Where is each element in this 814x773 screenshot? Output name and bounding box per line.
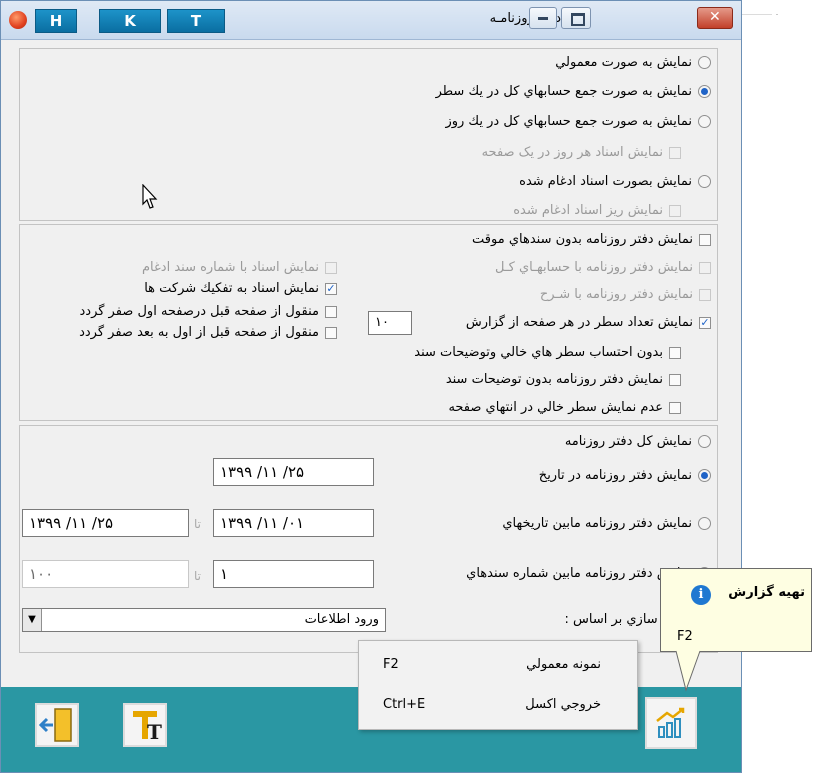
- menu-item-excel-label: خروجي اكسل: [525, 697, 601, 712]
- display-option-normal[interactable]: نمايش به صورت معمولي: [555, 55, 711, 70]
- radio-normal[interactable]: [698, 56, 711, 69]
- mouse-cursor-icon: [142, 184, 158, 209]
- radio-sum-per-line[interactable]: [698, 85, 711, 98]
- sort-select[interactable]: ورود اطلاعات ▼: [22, 608, 386, 632]
- toolbar-button-h[interactable]: H: [35, 9, 77, 33]
- option-no-doc-notes[interactable]: نمايش دفتر روزنامه بدون توضيحات سند: [446, 372, 681, 387]
- from-doc-input[interactable]: ۱: [213, 560, 374, 588]
- radio-range-all[interactable]: [698, 435, 711, 448]
- minimize-button[interactable]: [529, 7, 557, 29]
- tooltip-title: تهيه گزارش: [728, 585, 805, 600]
- option-docs-per-page[interactable]: نمايش اسناد هر روز در يک صفحه: [482, 145, 681, 160]
- option-by-company[interactable]: ✓نمايش اسناد به تفكيك شركت ها: [144, 281, 337, 296]
- toolbar-button-t[interactable]: T: [167, 9, 225, 33]
- checkbox-exclude-empty-rows[interactable]: [669, 346, 681, 359]
- option-merged-details[interactable]: نمايش ريز اسناد ادغام شده: [513, 203, 681, 218]
- exit-door-icon: [38, 708, 72, 742]
- close-icon: ✕: [709, 9, 721, 25]
- minimize-icon: [538, 17, 548, 20]
- info-icon: i: [691, 585, 711, 605]
- option-carry-first-page[interactable]: منقول از صفحه قبل درصفحه اول صفر گردد: [79, 304, 337, 319]
- option-rows-per-page[interactable]: ✓نمايش تعداد سطر در هر صفحه از گزارش: [466, 315, 711, 330]
- to-date-input[interactable]: ۱۳۹۹ /۱۱ /۰۱: [213, 509, 374, 537]
- tooltip-shortcut: F2: [677, 629, 693, 644]
- menu-item-excel-shortcut: Ctrl+E: [383, 697, 426, 712]
- toolbar-button-k[interactable]: K: [99, 9, 161, 33]
- to-label-docs: تا: [194, 569, 201, 583]
- checkbox-by-company[interactable]: ✓: [325, 282, 337, 295]
- close-button[interactable]: ✕: [697, 7, 733, 29]
- checkbox-merged-doc-number[interactable]: [325, 261, 337, 274]
- display-mode-group: نمايش به صورت معمولي نمايش به صورت جمع ح…: [19, 48, 718, 221]
- report-menu: نمونه معمولي F2 خروجي اكسل Ctrl+E: [358, 640, 638, 730]
- rows-per-page-input[interactable]: ۱۰: [368, 311, 412, 335]
- radio-range-between-dates[interactable]: [698, 517, 711, 530]
- checkbox-carry-first-page[interactable]: [325, 305, 337, 318]
- sort-select-value: ورود اطلاعات: [304, 612, 379, 627]
- checkbox-with-description[interactable]: [699, 288, 711, 301]
- restore-button[interactable]: [561, 7, 591, 29]
- checkbox-docs-per-page[interactable]: [669, 146, 681, 159]
- exit-button[interactable]: [35, 703, 79, 747]
- display-option-merged[interactable]: نمايش بصورت اسناد ادغام شده: [519, 174, 711, 189]
- radio-sum-per-day[interactable]: [698, 115, 711, 128]
- restore-icon: [571, 13, 585, 26]
- range-option-all[interactable]: نمايش كل دفتر روزنامه: [565, 434, 711, 449]
- bar-chart-icon: [656, 707, 685, 738]
- option-merged-doc-number[interactable]: نمايش اسناد با شماره سند ادغام: [142, 260, 337, 275]
- to-label-dates: تا: [194, 517, 201, 531]
- checkbox-no-empty-row-end[interactable]: [669, 401, 681, 414]
- from-date-input[interactable]: ۱۳۹۹ /۱۱ /۲۵: [22, 509, 189, 537]
- tooltip-pointer: [676, 650, 701, 692]
- range-option-between-dates[interactable]: نمايش دفتر روزنامه مابين تاريخهاي: [502, 516, 711, 531]
- checkbox-no-doc-notes[interactable]: [669, 373, 681, 386]
- radio-merged[interactable]: [698, 175, 711, 188]
- svg-text:T: T: [147, 720, 162, 744]
- font-button[interactable]: T: [123, 703, 167, 747]
- options-group: نمايش دفتر روزنامه بدون سندهاي موقت نماي…: [19, 224, 718, 421]
- option-no-temp-docs[interactable]: نمايش دفتر روزنامه بدون سندهاي موقت: [472, 232, 711, 247]
- range-option-date[interactable]: نمايش دفتر روزنامه در تاريخ: [539, 468, 711, 483]
- option-exclude-empty-rows[interactable]: بدون احتساب سطر هاي خالي وتوضيحات سند: [414, 345, 681, 360]
- radio-range-date[interactable]: [698, 469, 711, 482]
- to-doc-input[interactable]: ۱۰۰: [22, 560, 189, 588]
- option-with-general-accounts[interactable]: نمايش دفتر روزنامه با حسابهـاي كـل: [495, 260, 711, 275]
- menu-item-excel[interactable]: خروجي اكسل Ctrl+E: [359, 685, 637, 725]
- app-icon: [9, 11, 27, 29]
- checkbox-no-temp-docs[interactable]: [699, 233, 711, 246]
- option-with-description[interactable]: نمايش دفتر روزنامه با شـرح: [540, 287, 711, 302]
- report-tooltip: i تهيه گزارش F2: [660, 568, 812, 652]
- display-option-sum-per-line[interactable]: نمايش به صورت جمع حسابهاي كل در يك سطر: [436, 84, 711, 99]
- title-bar: H K T دفتر روزنامـه ✕: [1, 1, 741, 40]
- display-option-sum-per-day[interactable]: نمايش به صورت جمع حسابهاي كل در يك روز: [445, 114, 711, 129]
- menu-item-normal[interactable]: نمونه معمولي F2: [359, 645, 637, 685]
- background-edge-line: [742, 14, 772, 15]
- background-dot: [776, 14, 778, 15]
- font-icon: T: [133, 711, 162, 744]
- checkbox-carry-all-pages[interactable]: [325, 326, 337, 339]
- checkbox-rows-per-page[interactable]: ✓: [699, 316, 711, 329]
- dropdown-arrow-icon[interactable]: ▼: [23, 609, 42, 631]
- report-button[interactable]: [645, 697, 697, 749]
- checkbox-general-accounts[interactable]: [699, 261, 711, 274]
- range-group: نمايش كل دفتر روزنامه ۱۳۹۹ /۱۱ /۲۵ نمايش…: [19, 425, 718, 653]
- option-carry-all-pages[interactable]: منقول از صفحه قبل از اول به بعد صفر گردد: [79, 325, 337, 340]
- checkbox-merged-details[interactable]: [669, 204, 681, 217]
- menu-item-normal-label: نمونه معمولي: [526, 657, 601, 672]
- menu-item-normal-shortcut: F2: [383, 657, 399, 672]
- single-date-input[interactable]: ۱۳۹۹ /۱۱ /۲۵: [213, 458, 374, 486]
- option-no-empty-row-end[interactable]: عدم نمايش سطر خالي در انتهاي صفحه: [448, 400, 681, 415]
